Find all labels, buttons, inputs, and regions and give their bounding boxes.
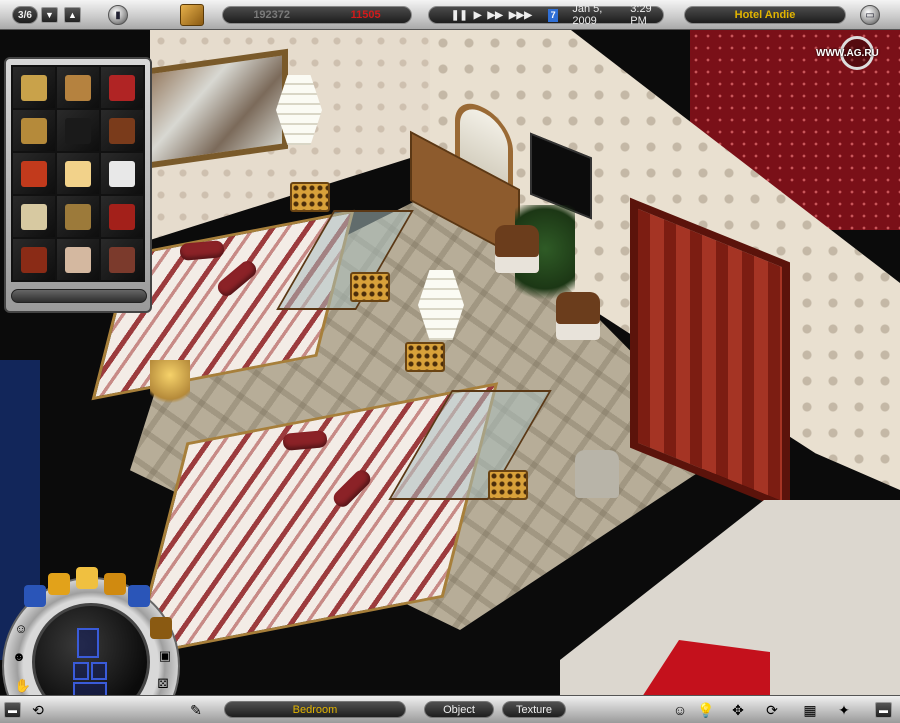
floor-up-button[interactable]: ▲ xyxy=(64,7,81,23)
catalog-item[interactable] xyxy=(101,239,143,280)
yellow-tile-tool-icon[interactable] xyxy=(48,573,70,595)
floor-lamp-icon xyxy=(21,117,47,144)
catalog-item[interactable] xyxy=(101,110,143,151)
orange-tile-tool-icon[interactable] xyxy=(104,573,126,595)
catalog-item[interactable] xyxy=(13,239,55,280)
red-table-icon xyxy=(21,246,47,273)
move-tool-icon[interactable]: ✥ xyxy=(728,700,748,720)
guest-face-icon[interactable]: ☻ xyxy=(8,645,30,667)
armchair-icon xyxy=(21,74,47,101)
minimize-button[interactable]: ▬ xyxy=(4,702,21,718)
income-value: 11505 xyxy=(350,9,381,21)
floor-indicator: 3/6 xyxy=(12,6,38,24)
menu-button[interactable]: ▭ xyxy=(860,5,880,25)
down-arrow-icon: ▼ xyxy=(45,10,54,20)
striped-bed-icon xyxy=(109,246,135,273)
furniture-catalog xyxy=(4,57,152,313)
rug-icon xyxy=(65,74,91,101)
catalog-item[interactable] xyxy=(13,196,55,237)
room-type-label[interactable]: Bedroom xyxy=(224,701,406,718)
hand-tool-icon[interactable]: ✋ xyxy=(12,675,34,697)
pen-tool-icon[interactable]: ✎ xyxy=(186,700,206,720)
minus-icon: ▬ xyxy=(879,705,888,715)
catalog-item[interactable] xyxy=(57,153,99,194)
minus-icon: ▬ xyxy=(8,705,17,715)
minimap-room xyxy=(77,628,99,658)
red-dresser-icon xyxy=(109,203,135,230)
minimap-wheel: ☺ ☻ ✋ ▣ ⚄ xyxy=(2,565,180,723)
calendar-icon[interactable]: 7 xyxy=(547,8,559,22)
catalog-item[interactable] xyxy=(57,67,99,108)
table-lamp-icon xyxy=(65,160,91,187)
fast-forward-icon[interactable]: ▶▶ xyxy=(487,10,502,21)
nightstand-lamp[interactable] xyxy=(150,360,190,410)
red-chair-icon xyxy=(109,74,135,101)
tab-object[interactable]: Object xyxy=(424,701,494,718)
tab-texture[interactable]: Texture xyxy=(502,701,566,718)
mirror-icon xyxy=(21,203,47,230)
hotel-name[interactable]: Hotel Andie xyxy=(684,6,846,24)
armchair-left[interactable] xyxy=(495,225,539,273)
blue-tool-icon[interactable] xyxy=(128,585,150,607)
finance-display: 192372 11505 xyxy=(222,6,412,24)
monitor-icon: ▭ xyxy=(865,9,875,21)
catalog-item[interactable] xyxy=(57,239,99,280)
pattern-screen-icon xyxy=(109,160,135,187)
armchair-right[interactable] xyxy=(556,292,600,340)
bottom-bar: ▬ ⟲ ✎ Bedroom Object Texture ☺ 💡 ✥ ⟳ ▦ ✦… xyxy=(0,695,900,723)
info-icon: ▮ xyxy=(115,9,121,21)
money-value: 192372 xyxy=(253,9,291,21)
lightbulb-icon[interactable]: 💡 xyxy=(696,700,716,720)
furniture-tool-icon[interactable] xyxy=(150,617,172,639)
watermark: WWW.AG.RU xyxy=(816,48,879,59)
leopard-stool[interactable] xyxy=(290,182,330,212)
armchair-front[interactable] xyxy=(575,450,619,498)
manager-face-icon[interactable]: ☺ xyxy=(670,700,690,720)
plant-vase-icon xyxy=(65,203,91,230)
catalog-item[interactable] xyxy=(101,196,143,237)
build-box-icon[interactable] xyxy=(180,4,204,26)
info-button[interactable]: ▮ xyxy=(108,5,128,25)
staff-face-icon[interactable]: ☺ xyxy=(10,617,32,639)
top-bar: 3/6 ▼ ▲ ▮ 192372 11505 ❚❚ ▶ ▶▶ ▶▶▶ 7 Jan… xyxy=(0,0,900,30)
cabinet-icon xyxy=(109,117,135,144)
play-icon[interactable]: ▶ xyxy=(474,10,482,21)
time-label: 3:29 PM xyxy=(630,3,652,27)
date-label: Jan 5, 2009 xyxy=(572,3,603,27)
leopard-stool[interactable] xyxy=(488,470,528,500)
catalog-item[interactable] xyxy=(13,110,55,151)
leopard-stool[interactable] xyxy=(405,342,445,372)
floor-down-button[interactable]: ▼ xyxy=(41,7,58,23)
leopard-stool[interactable] xyxy=(350,272,390,302)
catalog-item[interactable] xyxy=(57,110,99,151)
dice-tool-icon[interactable]: ⚄ xyxy=(152,673,174,695)
grid-toggle-icon[interactable]: ▦ xyxy=(800,700,820,720)
fastest-icon[interactable]: ▶▶▶ xyxy=(509,10,532,21)
curtain-icon xyxy=(65,246,91,273)
close-panel-button[interactable]: ▬ xyxy=(875,702,892,718)
minimap-room xyxy=(73,662,89,680)
minimap-room xyxy=(91,662,107,680)
catalog-item[interactable] xyxy=(101,153,143,194)
catalog-scrollbar[interactable] xyxy=(11,289,147,303)
settings-icon[interactable]: ✦ xyxy=(834,700,854,720)
catalog-grid xyxy=(11,65,145,282)
pause-icon[interactable]: ❚❚ xyxy=(451,10,468,21)
up-arrow-icon: ▲ xyxy=(68,10,77,20)
rotate-view-icon[interactable]: ⟲ xyxy=(28,700,48,720)
tv-icon xyxy=(65,117,91,144)
catalog-item[interactable] xyxy=(57,196,99,237)
time-controls: ❚❚ ▶ ▶▶ ▶▶▶ 7 Jan 5, 2009 3:29 PM xyxy=(428,3,664,27)
rotate-object-icon[interactable]: ⟳ xyxy=(762,700,782,720)
catalog-item[interactable] xyxy=(101,67,143,108)
catalog-item[interactable] xyxy=(13,67,55,108)
catalog-item[interactable] xyxy=(13,153,55,194)
gold-tile-tool-icon[interactable] xyxy=(76,567,98,589)
blue-tile-tool-icon[interactable] xyxy=(24,585,46,607)
camera-tool-icon[interactable]: ▣ xyxy=(154,645,176,667)
fruit-bowl-icon xyxy=(21,160,47,187)
